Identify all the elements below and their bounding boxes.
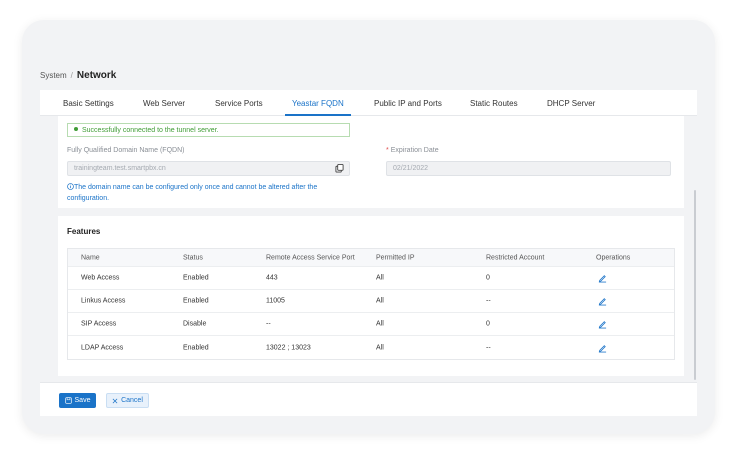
scrollbar[interactable] <box>694 190 696 380</box>
table-row: Web Access Enabled 443 All 0 <box>68 267 674 290</box>
edit-icon[interactable] <box>598 343 607 352</box>
cancel-button[interactable]: Cancel <box>106 393 149 408</box>
col-operations: Operations <box>596 254 631 261</box>
tab-dhcp-server[interactable]: DHCP Server <box>547 99 595 108</box>
fqdn-note: The domain name can be configured only o… <box>67 183 318 202</box>
tab-basic-settings[interactable]: Basic Settings <box>63 99 114 108</box>
status-text: Successfully connected to the tunnel ser… <box>82 127 219 134</box>
table-row: Linkus Access Enabled 11005 All -- <box>68 290 674 313</box>
tab-bar: Basic Settings Web Server Service Ports … <box>40 90 697 116</box>
features-card: Features Name Status Remote Access Servi… <box>58 216 684 376</box>
fqdn-value: trainingteam.test.smartpbx.cn <box>74 165 166 172</box>
table-header: Name Status Remote Access Service Port P… <box>68 249 674 267</box>
col-restricted-account: Restricted Account <box>486 254 545 261</box>
fqdn-field[interactable]: trainingteam.test.smartpbx.cn <box>67 161 350 176</box>
tab-public-ip-and-ports[interactable]: Public IP and Ports <box>374 99 442 108</box>
close-icon <box>112 398 118 403</box>
fqdn-card: Successfully connected to the tunnel ser… <box>58 116 684 208</box>
required-mark: * <box>386 147 389 154</box>
expiration-date-field[interactable]: 02/21/2022 <box>386 161 671 176</box>
breadcrumb-separator: / <box>70 71 73 80</box>
save-button[interactable]: Save <box>59 393 96 408</box>
status-dot-icon <box>74 127 78 132</box>
col-status: Status <box>183 254 203 261</box>
tab-yeastar-fqdn[interactable]: Yeastar FQDN <box>292 99 344 108</box>
edit-icon[interactable] <box>598 274 607 283</box>
expiration-label: * Expiration Date <box>386 147 439 154</box>
col-name: Name <box>81 254 100 261</box>
features-title: Features <box>67 227 101 236</box>
page-title: Network <box>76 70 117 81</box>
col-permitted-ip: Permitted IP <box>376 254 415 261</box>
info-icon <box>67 183 74 190</box>
save-icon <box>64 397 72 404</box>
tab-static-routes[interactable]: Static Routes <box>470 99 518 108</box>
breadcrumb: System / Network <box>40 70 116 81</box>
table-row: SIP Access Disable -- All 0 <box>68 313 674 336</box>
footer-bar: Save Cancel <box>40 382 697 416</box>
content-area: Successfully connected to the tunnel ser… <box>40 116 697 382</box>
tab-web-server[interactable]: Web Server <box>143 99 185 108</box>
col-remote-port: Remote Access Service Port <box>266 254 355 261</box>
edit-icon[interactable] <box>598 320 607 329</box>
breadcrumb-parent[interactable]: System <box>40 71 67 80</box>
table-row: LDAP Access Enabled 13022 ; 13023 All -- <box>68 336 674 359</box>
tab-service-ports[interactable]: Service Ports <box>215 99 263 108</box>
copy-icon[interactable] <box>335 164 344 173</box>
expiration-value: 02/21/2022 <box>393 165 429 172</box>
features-table: Name Status Remote Access Service Port P… <box>67 248 675 360</box>
page-header: System / Network <box>40 60 700 90</box>
connection-status: Successfully connected to the tunnel ser… <box>67 123 350 137</box>
fqdn-label: Fully Qualified Domain Name (FQDN) <box>67 147 185 154</box>
edit-icon[interactable] <box>598 297 607 306</box>
